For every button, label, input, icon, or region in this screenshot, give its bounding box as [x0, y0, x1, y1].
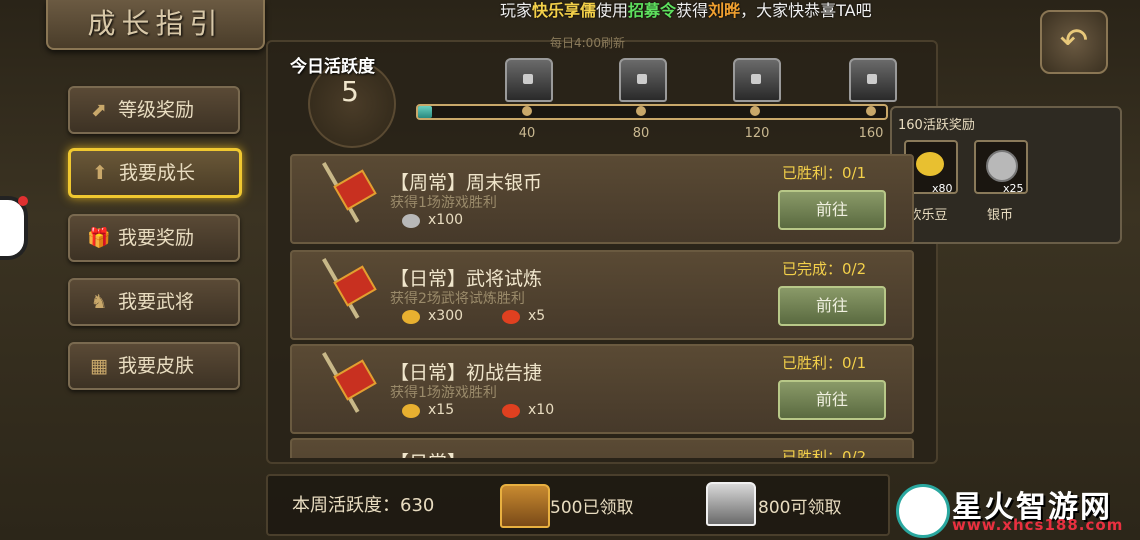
banner-flag-icon	[318, 258, 377, 328]
trend-up-icon: ⬈	[91, 99, 107, 121]
task-description: 获得1场游戏胜利	[390, 385, 497, 401]
flag-cloth	[333, 359, 377, 401]
reward-amount: x300	[428, 308, 464, 324]
scroll-icon	[502, 404, 520, 418]
marquee-text-3: 获得	[676, 1, 709, 20]
task-title: 【周常】周末银币	[390, 172, 543, 194]
silver-coin-shape	[986, 150, 1018, 182]
task-title: 【日常】初战告捷	[390, 362, 543, 384]
claimable-label: 800可领取	[758, 498, 842, 518]
task-card-partial: 【日常】 已胜利：0/2	[290, 438, 914, 458]
watermark-url: www.xhcs188.com	[952, 516, 1124, 534]
claimed-label: 500已领取	[550, 498, 634, 518]
marquee-text-4: ，大家快恭喜TA吧	[740, 1, 872, 20]
floating-assistant-button[interactable]	[0, 196, 28, 260]
task-status: 已完成：0/2	[782, 260, 867, 278]
page-title: 成长指引	[87, 7, 224, 40]
task-status: 已胜利：0/1	[782, 164, 867, 182]
task-status: 已胜利：0/2	[782, 448, 867, 458]
marquee-hero: 刘晔	[708, 1, 741, 20]
silver-chest-icon[interactable]	[706, 482, 756, 526]
gift-icon: 🎁	[87, 227, 111, 249]
flag-cloth	[333, 265, 377, 307]
progress-tick: 80	[632, 126, 650, 141]
activity-progress-bar	[416, 104, 888, 120]
sidebar-item-label: 我要皮肤	[118, 355, 195, 377]
tooltip-title: 160活跃奖励	[898, 118, 975, 133]
reward-chest-40-icon[interactable]	[505, 58, 553, 102]
sidebar-item-label: 等级奖励	[118, 99, 195, 121]
sidebar-item-label: 我要武将	[118, 291, 195, 313]
go-button[interactable]: 前往	[778, 286, 886, 326]
progress-tick: 40	[518, 126, 536, 141]
notification-dot	[18, 196, 28, 206]
progress-node	[866, 106, 876, 116]
title-banner: 成长指引	[46, 0, 265, 50]
reward-amount: x15	[428, 402, 455, 418]
marquee-player: 快乐享儒	[532, 1, 597, 20]
sidebar-item-rewards[interactable]: 🎁 我要奖励	[68, 214, 240, 262]
gold-beans-shape	[916, 152, 944, 176]
tooltip-item-count: x25	[1003, 182, 1024, 195]
sidebar-item-label: 我要奖励	[118, 227, 195, 249]
progress-node	[750, 106, 760, 116]
moon-icon	[402, 404, 420, 418]
task-description: 获得1场游戏胜利	[390, 195, 497, 211]
tooltip-item-count: x80	[932, 182, 953, 195]
marquee-text-1: 玩家	[500, 1, 533, 20]
weekly-activity-label: 本周活跃度：630	[292, 495, 435, 516]
progress-node	[522, 106, 532, 116]
silver-coin-icon	[402, 214, 420, 228]
tooltip-item-name: 银币	[986, 208, 1013, 223]
progress-node	[636, 106, 646, 116]
banner-flag-icon	[318, 162, 377, 232]
task-title: 【日常】武将试炼	[390, 268, 543, 290]
cards-icon: ▦	[90, 355, 108, 377]
reward-amount: x10	[528, 402, 555, 418]
sidebar-item-level-rewards[interactable]: ⬈ 等级奖励	[68, 86, 240, 134]
scroll-icon	[502, 310, 520, 324]
gold-chest-icon[interactable]	[500, 484, 550, 528]
reward-amount: x5	[528, 308, 546, 324]
watermark-logo-icon	[896, 484, 950, 538]
sidebar-item-growth[interactable]: ⬆ 我要成长	[68, 148, 242, 198]
go-button[interactable]: 前往	[778, 380, 886, 420]
progress-tick: 120	[744, 126, 770, 141]
back-button[interactable]: ↶	[1040, 10, 1108, 74]
sidebar-item-label: 我要成长	[119, 162, 196, 184]
sidebar-item-generals[interactable]: ♞ 我要武将	[68, 278, 240, 326]
task-status: 已胜利：0/1	[782, 354, 867, 372]
arrow-up-icon: ⬆	[92, 162, 108, 184]
moon-icon	[402, 310, 420, 324]
flag-cloth	[333, 169, 377, 211]
activity-progress-fill	[418, 106, 433, 118]
task-title: 【日常】	[390, 448, 466, 458]
reward-chest-120-icon[interactable]	[733, 58, 781, 102]
helmet-icon: ♞	[90, 291, 108, 313]
sidebar-item-skins[interactable]: ▦ 我要皮肤	[68, 342, 240, 390]
reward-chest-80-icon[interactable]	[619, 58, 667, 102]
progress-tick: 160	[858, 126, 884, 141]
go-button[interactable]: 前往	[778, 190, 886, 230]
banner-flag-icon	[318, 352, 377, 422]
activity-value: 5	[341, 75, 359, 108]
reward-amount: x100	[428, 212, 464, 228]
task-description: 获得2场武将试炼胜利	[390, 291, 525, 307]
marquee-text-2: 使用	[596, 1, 629, 20]
refresh-note: 每日4:00刷新	[550, 36, 625, 50]
reward-chest-160-icon[interactable]	[849, 58, 897, 102]
back-arrow-icon: ↶	[1059, 21, 1089, 61]
marquee-item: 招募令	[628, 1, 677, 20]
broadcast-marquee: 玩家快乐享儒使用招募令获得刘晔，大家快恭喜TA吧	[500, 0, 872, 22]
activity-label: 今日活跃度	[290, 57, 375, 77]
